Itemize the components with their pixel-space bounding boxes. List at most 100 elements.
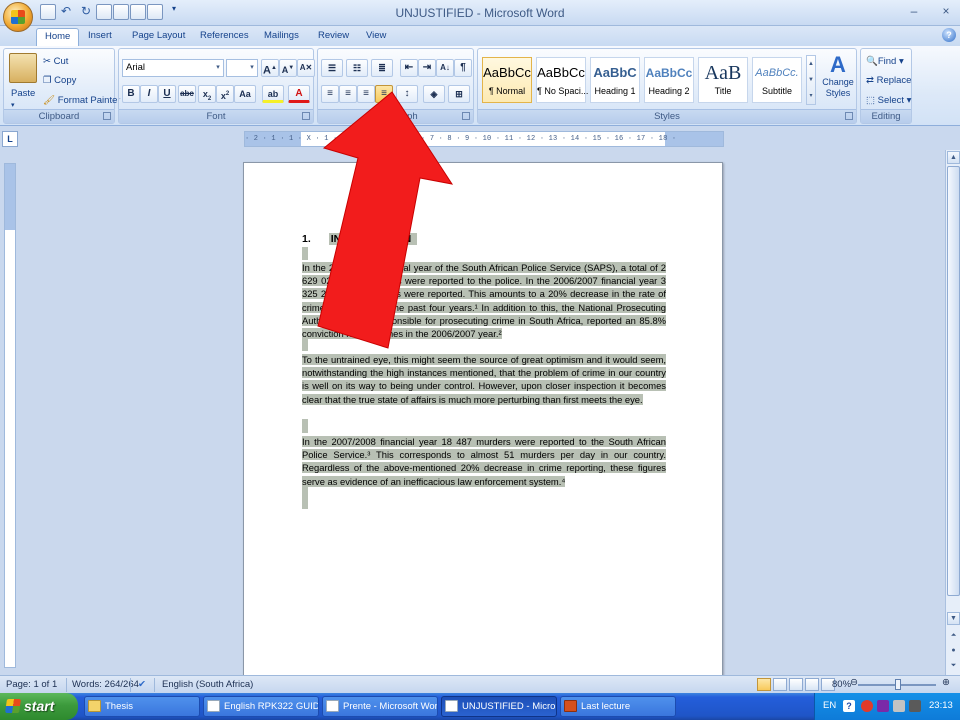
paragraph-2[interactable]: To the untrained eye, this might seem th… <box>302 353 666 406</box>
styles-scroll-icon[interactable]: ▲ ▼ ▾ <box>806 55 816 105</box>
style-heading-2[interactable]: AaBbCc Heading 2 <box>644 57 694 103</box>
line-spacing-icon[interactable]: ↕ <box>396 85 418 103</box>
tab-insert[interactable]: Insert <box>80 28 120 46</box>
web-layout-icon[interactable] <box>789 678 803 691</box>
font-color-icon[interactable]: A <box>288 85 310 103</box>
taskbar-item-last-lecture[interactable]: Last lecture <box>560 696 676 717</box>
clear-formatting-icon[interactable]: A✕ <box>297 59 315 77</box>
grow-font-icon[interactable]: A▲ <box>261 59 279 77</box>
zoom-level[interactable]: 80% <box>832 679 851 690</box>
style-normal[interactable]: AaBbCc ¶ Normal <box>482 57 532 103</box>
page-count[interactable]: Page: 1 of 1 <box>6 679 57 690</box>
language-indicator[interactable]: EN <box>823 700 836 711</box>
style-title[interactable]: AaB Title <box>698 57 748 103</box>
cut-button[interactable]: ✂ Cut <box>42 53 69 71</box>
scrollbar-thumb[interactable] <box>947 166 960 596</box>
shrink-font-icon[interactable]: A▼ <box>279 59 297 77</box>
font-name-field[interactable]: Arial ▾ <box>122 59 224 77</box>
numbering-icon[interactable]: ☷ <box>346 59 368 77</box>
start-button[interactable]: start <box>0 693 78 720</box>
ruler-tab-selector[interactable]: L <box>2 131 18 147</box>
bold-icon[interactable]: B <box>122 85 140 103</box>
minimize-button[interactable]: – <box>904 4 924 20</box>
word-count[interactable]: Words: 264/264 <box>72 679 139 690</box>
paragraph-3[interactable]: In the 2007/2008 financial year 18 487 m… <box>302 435 666 488</box>
office-button[interactable] <box>3 2 33 32</box>
tab-page-layout[interactable]: Page Layout <box>124 28 193 46</box>
browse-object-icon[interactable]: ● <box>947 645 960 658</box>
paragraph-1[interactable]: In the 2007/2008 financial year of the S… <box>302 261 666 340</box>
italic-icon[interactable]: I <box>140 85 158 103</box>
tab-mailings[interactable]: Mailings <box>256 28 307 46</box>
strikethrough-icon[interactable]: abc <box>178 85 196 103</box>
bullets-icon[interactable]: ☰ <box>321 59 343 77</box>
help-icon[interactable]: ? <box>942 28 956 42</box>
paste-icon[interactable] <box>9 53 37 83</box>
superscript-icon[interactable]: x2 <box>216 85 234 103</box>
find-button[interactable]: 🔍Find ▾ <box>865 53 905 71</box>
font-name-dropdown-icon[interactable]: ▾ <box>213 60 223 76</box>
sort-icon[interactable]: A↓ <box>436 59 454 77</box>
change-styles-button[interactable]: A Change Styles <box>822 53 854 99</box>
taskbar-item-english-guide[interactable]: English RPK322 GUID... <box>203 696 319 717</box>
style-subtitle[interactable]: AaBbCc. Subtitle <box>752 57 802 103</box>
zoom-in-icon[interactable]: ⊕ <box>942 677 950 688</box>
format-painter-button[interactable]: 🖌 Format Painter <box>42 92 122 110</box>
style-no-spacing[interactable]: AaBbCc ¶ No Spaci... <box>536 57 588 103</box>
taskbar-item-unjustified[interactable]: UNJUSTIFIED - Micro... <box>441 696 557 717</box>
language[interactable]: English (South Africa) <box>162 679 253 690</box>
font-size-dropdown-icon[interactable]: ▾ <box>247 60 257 76</box>
copy-button[interactable]: ❐ Copy <box>42 72 77 90</box>
change-case-icon[interactable]: Aa <box>234 85 256 103</box>
next-page-icon[interactable]: ⏷ <box>947 660 960 673</box>
zoom-slider-thumb[interactable] <box>895 679 901 690</box>
proofing-icon[interactable]: ✔ <box>138 679 146 690</box>
subscript-icon[interactable]: x2 <box>198 85 216 103</box>
security-icon[interactable] <box>861 700 873 712</box>
justify-icon[interactable]: ≡ <box>375 85 393 103</box>
decrease-indent-icon[interactable]: ⇤ <box>400 59 418 77</box>
style-heading-1[interactable]: AaBbC Heading 1 <box>590 57 640 103</box>
align-center-icon[interactable]: ≡ <box>339 85 357 103</box>
network-icon[interactable] <box>893 700 905 712</box>
outline-view-icon[interactable] <box>805 678 819 691</box>
document-page[interactable]: 1. INTRODUCTION In the 2007/2008 financia… <box>243 162 723 682</box>
previous-page-icon[interactable]: ⏶ <box>947 630 960 643</box>
paragraph-launcher-icon[interactable] <box>462 112 470 120</box>
print-layout-view-icon[interactable] <box>757 678 771 691</box>
taskbar-item-prente[interactable]: Prente - Microsoft Word <box>322 696 438 717</box>
borders-icon[interactable]: ⊞ <box>448 85 470 103</box>
tab-home[interactable]: Home <box>36 28 80 46</box>
multilevel-list-icon[interactable]: ≣ <box>371 59 393 77</box>
highlight-color-icon[interactable]: ab <box>262 85 284 103</box>
clock[interactable]: 23:13 <box>929 700 953 711</box>
clipboard-launcher-icon[interactable] <box>103 112 111 120</box>
select-button[interactable]: ⬚ Select ▾ <box>865 92 912 110</box>
styles-launcher-icon[interactable] <box>845 112 853 120</box>
align-right-icon[interactable]: ≡ <box>357 85 375 103</box>
show-formatting-icon[interactable]: ¶ <box>454 59 472 77</box>
vertical-ruler[interactable] <box>4 163 16 668</box>
volume-icon[interactable] <box>909 700 921 712</box>
increase-indent-icon[interactable]: ⇥ <box>418 59 436 77</box>
close-button[interactable]: × <box>936 4 956 20</box>
full-screen-reading-icon[interactable] <box>773 678 787 691</box>
tray-app-icon[interactable] <box>877 700 889 712</box>
replace-button[interactable]: ⇄ Replace <box>865 72 912 90</box>
underline-icon[interactable]: U <box>158 85 176 103</box>
zoom-out-icon[interactable]: ⊖ <box>850 677 858 688</box>
vertical-scrollbar[interactable]: ▲ ▼ ⏶ ● ⏷ <box>945 150 960 675</box>
taskbar-item-thesis[interactable]: Thesis <box>84 696 200 717</box>
font-launcher-icon[interactable] <box>302 112 310 120</box>
horizontal-ruler[interactable]: · 2 · 1 · 1 · X · 1 · 2 · 3 · 4 · 5 · 6 … <box>244 131 724 147</box>
help-tray-icon[interactable]: ? <box>843 700 855 712</box>
tab-references[interactable]: References <box>192 28 257 46</box>
tab-review[interactable]: Review <box>310 28 357 46</box>
shading-icon[interactable]: ◈ <box>423 85 445 103</box>
font-size-field[interactable]: ▾ <box>226 59 258 77</box>
scroll-up-icon[interactable]: ▲ <box>947 151 960 164</box>
align-left-icon[interactable]: ≡ <box>321 85 339 103</box>
tab-view[interactable]: View <box>358 28 394 46</box>
document-heading[interactable]: 1. INTRODUCTION <box>302 233 418 245</box>
scroll-down-icon[interactable]: ▼ <box>947 612 960 625</box>
